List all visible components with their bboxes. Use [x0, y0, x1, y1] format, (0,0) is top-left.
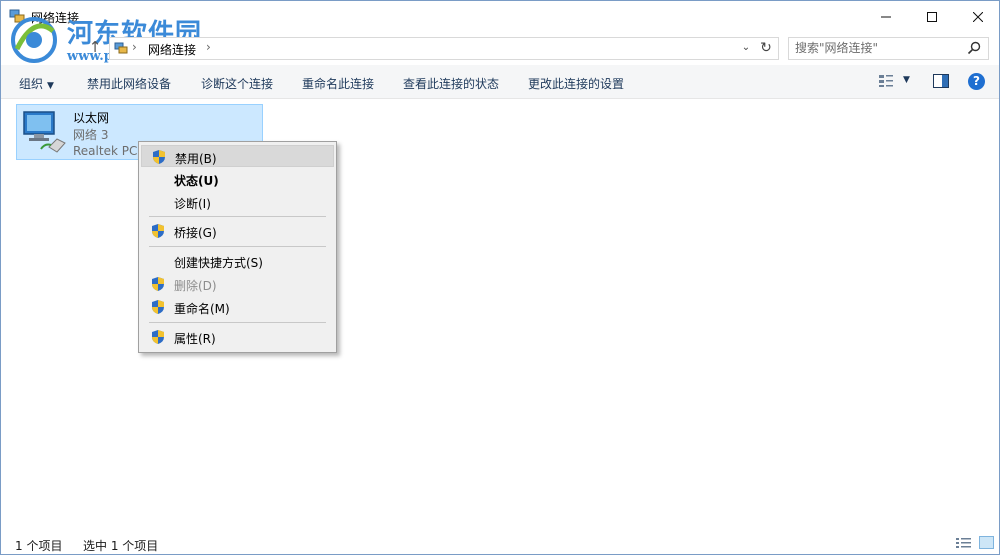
dropdown-arrow-icon: ▼ — [47, 81, 54, 91]
watermark-logo-icon — [11, 17, 57, 63]
breadcrumb-separator: › — [132, 40, 137, 54]
details-view-icon[interactable] — [956, 537, 971, 549]
menu-label: 桥接(G) — [174, 226, 217, 240]
close-icon — [973, 11, 983, 22]
menu-item-bridge[interactable]: 桥接(G) — [141, 220, 334, 242]
connection-device: Realtek PCI — [73, 144, 141, 158]
minimize-button[interactable] — [863, 1, 909, 32]
up-arrow-icon: ↑ — [88, 38, 102, 56]
view-dropdown-arrow-icon[interactable]: ▼ — [903, 75, 910, 85]
uac-shield-icon — [152, 277, 164, 291]
breadcrumb-network-connections[interactable]: 网络连接 — [148, 41, 196, 58]
breadcrumb-separator[interactable]: › — [206, 40, 211, 54]
ethernet-adapter-icon — [23, 111, 66, 153]
connection-name: 以太网 — [73, 111, 110, 125]
context-menu: 禁用(B) 状态(U) 诊断(I) 桥接(G) 创建快捷方式(S) 删除(D) — [138, 141, 337, 353]
disable-device-button[interactable]: 禁用此网络设备 — [87, 75, 171, 92]
diagnose-button[interactable]: 诊断这个连接 — [201, 75, 273, 92]
menu-item-status[interactable]: 状态(U) — [141, 168, 334, 190]
maximize-icon — [927, 11, 937, 22]
menu-item-rename[interactable]: 重命名(M) — [141, 296, 334, 318]
view-status-button[interactable]: 查看此连接的状态 — [403, 75, 499, 92]
menu-item-delete: 删除(D) — [141, 273, 334, 295]
search-box[interactable] — [788, 37, 989, 60]
menu-separator — [149, 246, 326, 247]
menu-item-disable[interactable]: 禁用(B) — [141, 145, 334, 167]
up-arrow-button[interactable]: ↑ — [86, 38, 104, 56]
menu-label: 诊断(I) — [174, 197, 211, 211]
menu-item-create-shortcut[interactable]: 创建快捷方式(S) — [141, 250, 334, 272]
connection-network: 网络 3 — [73, 128, 109, 142]
menu-separator — [149, 216, 326, 217]
menu-label: 删除(D) — [174, 279, 217, 293]
menu-label: 禁用(B) — [175, 152, 217, 166]
search-input[interactable] — [795, 40, 955, 56]
menu-item-diagnose[interactable]: 诊断(I) — [141, 191, 334, 213]
menu-item-properties[interactable]: 属性(R) — [141, 326, 334, 348]
close-button[interactable] — [955, 1, 1000, 32]
uac-shield-icon — [152, 330, 164, 344]
command-bar: 组织 ▼ 禁用此网络设备 诊断这个连接 重命名此连接 查看此连接的状态 更改此连接… — [1, 65, 999, 99]
change-settings-button[interactable]: 更改此连接的设置 — [528, 75, 624, 92]
organize-label: 组织 — [19, 77, 44, 91]
rename-button[interactable]: 重命名此连接 — [302, 75, 374, 92]
address-dropdown-icon[interactable]: ⌄ — [738, 40, 754, 56]
address-bar[interactable]: › 网络连接 › ⌄ ↻ — [109, 37, 779, 60]
explorer-window: 网络连接 河东软件园 www.pc0359.cn ↑ › 网络连接 › ⌄ ↻ — [0, 0, 1000, 555]
menu-label: 重命名(M) — [174, 302, 230, 316]
item-count: 1 个项目 — [15, 539, 63, 553]
preview-pane-icon[interactable] — [933, 74, 949, 88]
status-bar: 1 个项目 选中 1 个项目 — [1, 531, 999, 554]
selected-count: 选中 1 个项目 — [83, 539, 159, 553]
menu-label: 创建快捷方式(S) — [174, 256, 263, 270]
uac-shield-icon — [153, 150, 165, 164]
folder-network-icon — [114, 42, 128, 54]
menu-separator — [149, 322, 326, 323]
organize-menu[interactable]: 组织 ▼ — [19, 75, 54, 92]
refresh-icon[interactable]: ↻ — [758, 40, 774, 56]
search-icon[interactable] — [967, 41, 981, 55]
uac-shield-icon — [152, 300, 164, 314]
menu-label: 属性(R) — [174, 332, 216, 346]
change-view-icon[interactable] — [878, 74, 894, 88]
minimize-icon — [881, 16, 891, 17]
help-icon[interactable]: ? — [968, 73, 985, 90]
maximize-button[interactable] — [909, 1, 955, 32]
tiles-view-icon[interactable] — [979, 536, 994, 549]
menu-label: 状态(U) — [174, 174, 219, 188]
uac-shield-icon — [152, 224, 164, 238]
